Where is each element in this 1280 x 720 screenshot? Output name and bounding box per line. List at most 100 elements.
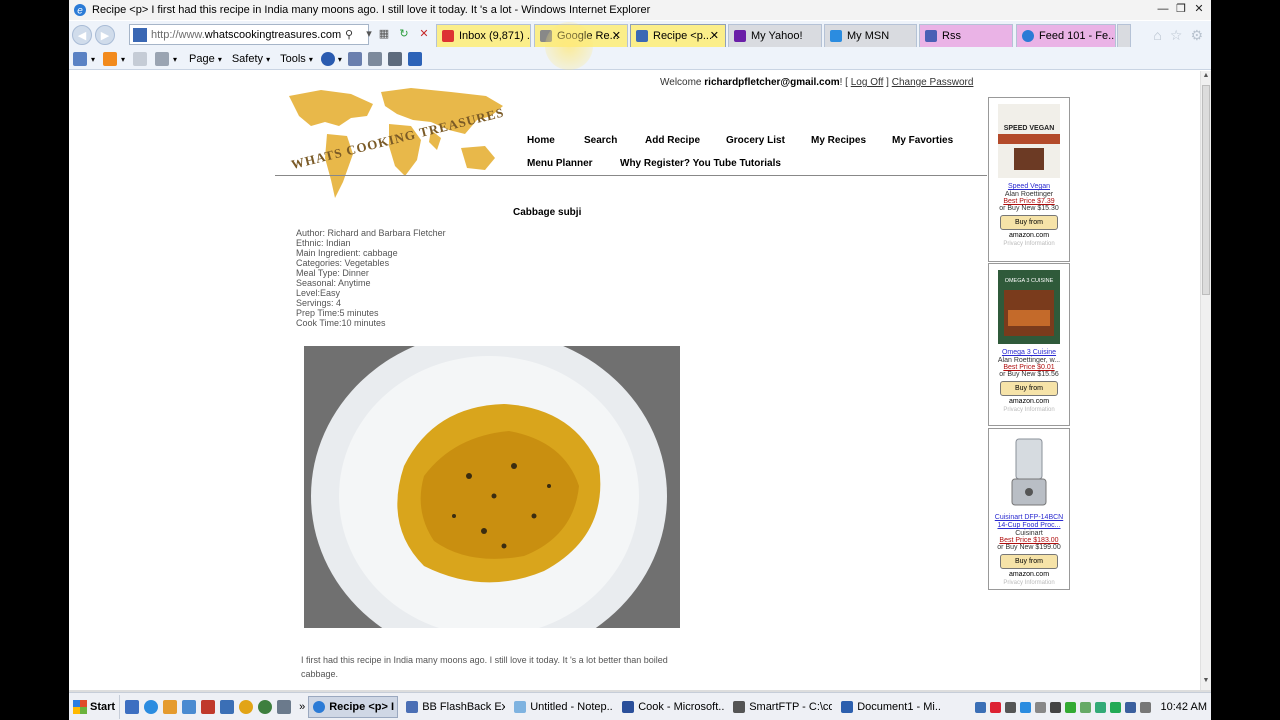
menu-why-register[interactable]: Why Register? You Tube Tutorials xyxy=(620,158,781,169)
help-icon[interactable] xyxy=(320,52,335,66)
menu-add-recipe[interactable]: Add Recipe xyxy=(645,135,700,146)
ad-title-link[interactable]: Speed Vegan xyxy=(989,183,1069,191)
menu-search[interactable]: Search xyxy=(584,135,617,146)
tray-icon[interactable] xyxy=(1079,701,1091,713)
ad-best-price[interactable]: Best Price $0.01 xyxy=(989,364,1069,371)
privacy-information[interactable]: Privacy Information xyxy=(989,580,1069,586)
menu-menu-planner[interactable]: Menu Planner xyxy=(527,158,593,169)
favorites-star-icon[interactable]: ☆ xyxy=(1170,27,1183,44)
clock[interactable]: 10:42 AM xyxy=(1161,701,1207,713)
taskbar-item-notepad[interactable]: Untitled - Notep... xyxy=(509,696,614,718)
back-button[interactable]: ◀ xyxy=(72,25,92,45)
taskbar-item-smartftp[interactable]: SmartFTP - C:\co... xyxy=(728,696,833,718)
dropdown-arrow-icon[interactable]: ▾ xyxy=(338,55,342,64)
chrome-icon[interactable] xyxy=(239,699,254,714)
taskbar-item-recipe[interactable]: Recipe <p> I fi... xyxy=(308,695,399,718)
dropdown-arrow-icon[interactable]: ▾ xyxy=(91,55,95,64)
close-icon[interactable]: ✕ xyxy=(1191,2,1207,17)
change-password-link[interactable]: Change Password xyxy=(892,77,974,88)
page-menu[interactable]: Page ▾ xyxy=(189,53,222,65)
privacy-information[interactable]: Privacy Information xyxy=(989,241,1069,247)
tray-icon[interactable] xyxy=(1094,701,1106,713)
addon-icon[interactable] xyxy=(387,52,402,66)
close-tab-icon[interactable]: ✕ xyxy=(710,29,719,42)
menu-my-recipes[interactable]: My Recipes xyxy=(811,135,866,146)
buy-from-amazon-button[interactable]: Buy from amazon.com xyxy=(1000,215,1058,239)
start-button[interactable]: Start xyxy=(69,694,121,719)
close-tab-icon[interactable]: ✕ xyxy=(612,29,621,42)
ad-best-price[interactable]: Best Price $183.00 xyxy=(989,537,1069,544)
app-icon[interactable] xyxy=(277,699,292,714)
tray-icon[interactable] xyxy=(1049,701,1061,713)
battery-icon[interactable] xyxy=(1064,701,1076,713)
tray-icon[interactable] xyxy=(989,701,1001,713)
minimize-icon[interactable]: — xyxy=(1155,2,1171,17)
volume-icon[interactable] xyxy=(1139,701,1151,713)
folder-icon[interactable] xyxy=(163,699,178,714)
address-url[interactable]: http://www.whatscookingtreasures.com/H xyxy=(151,29,341,41)
network-icon[interactable] xyxy=(1124,701,1136,713)
home-page-icon[interactable] xyxy=(73,52,87,66)
taskbar-item-document1[interactable]: Document1 - Mi... xyxy=(836,696,941,718)
compatibility-icon[interactable]: ▦ xyxy=(377,27,391,41)
amazon-ad-omega-3-cuisine[interactable]: OMEGA 3 CUISINE Omega 3 Cuisine Alan Roe… xyxy=(988,263,1070,426)
taskbar-item-cook[interactable]: Cook - Microsoft... xyxy=(617,696,725,718)
site-logo[interactable]: WHATS COOKING TREASURES xyxy=(281,86,511,211)
tools-menu[interactable]: Tools ▾ xyxy=(280,53,313,65)
tab-feed-101[interactable]: Feed 101 - Fe... xyxy=(1016,24,1116,47)
buy-from-amazon-button[interactable]: Buy from amazon.com xyxy=(1000,554,1058,578)
addon-icon[interactable] xyxy=(407,52,422,66)
tray-icon[interactable] xyxy=(1004,701,1016,713)
ad-best-price[interactable]: Best Price $7.39 xyxy=(989,198,1069,205)
addon-icon[interactable] xyxy=(367,52,382,66)
address-bar[interactable]: http://www.whatscookingtreasures.com/H ⚲ xyxy=(129,24,369,45)
tray-icon[interactable] xyxy=(1034,701,1046,713)
print-icon[interactable] xyxy=(155,52,170,66)
taskbar-item-bb-flashback[interactable]: BB FlashBack Ex... xyxy=(401,696,506,718)
dropdown-arrow-icon[interactable]: ▾ xyxy=(173,55,177,64)
home-icon[interactable]: ⌂ xyxy=(1153,27,1161,44)
amazon-ad-cuisinart[interactable]: Cuisinart DFP-14BCN 14-Cup Food Proc... … xyxy=(988,428,1070,590)
dropdown-arrow-icon[interactable]: ▾ xyxy=(121,55,125,64)
tab-inbox[interactable]: Inbox (9,871) ... xyxy=(436,24,531,47)
menu-home[interactable]: Home xyxy=(527,135,555,146)
scroll-down-icon[interactable]: ▼ xyxy=(1201,677,1211,689)
safety-menu[interactable]: Safety ▾ xyxy=(232,53,270,65)
scroll-up-icon[interactable]: ▲ xyxy=(1201,72,1211,84)
tab-my-msn[interactable]: My MSN xyxy=(824,24,917,47)
restore-icon[interactable]: ❐ xyxy=(1173,2,1189,17)
app-icon[interactable] xyxy=(201,699,216,714)
tray-icon[interactable] xyxy=(1019,701,1031,713)
tray-icon[interactable] xyxy=(1109,701,1121,713)
ad-title-link[interactable]: Omega 3 Cuisine xyxy=(989,349,1069,357)
email-icon[interactable] xyxy=(182,699,197,714)
search-icon[interactable]: ⚲ xyxy=(345,28,353,41)
logoff-link[interactable]: Log Off xyxy=(851,77,884,88)
tab-recipe-active[interactable]: Recipe <p... ✕ xyxy=(630,24,726,47)
show-desktop-icon[interactable] xyxy=(125,699,140,714)
dropdown-arrow-icon[interactable]: ▾ xyxy=(362,27,376,41)
app-icon[interactable] xyxy=(220,699,235,714)
ie-icon[interactable] xyxy=(144,699,159,714)
stop-icon[interactable]: ✕ xyxy=(417,27,431,41)
scrollbar-thumb[interactable] xyxy=(1202,85,1210,295)
buy-from-amazon-button[interactable]: Buy from amazon.com xyxy=(1000,381,1058,405)
refresh-icon[interactable]: ↻ xyxy=(397,27,411,41)
new-tab-button[interactable] xyxy=(1117,24,1131,47)
research-icon[interactable] xyxy=(347,52,362,66)
menu-my-favorites[interactable]: My Favorties xyxy=(892,135,953,146)
tray-icon[interactable] xyxy=(974,701,986,713)
feeds-icon[interactable] xyxy=(103,52,118,66)
tab-my-yahoo[interactable]: My Yahoo! xyxy=(728,24,822,47)
menu-grocery-list[interactable]: Grocery List xyxy=(726,135,785,146)
mail-icon[interactable] xyxy=(133,52,148,66)
privacy-information[interactable]: Privacy Information xyxy=(989,407,1069,413)
vertical-scrollbar[interactable]: ▲ ▼ xyxy=(1200,71,1211,690)
more-icon[interactable]: » xyxy=(299,701,305,713)
tab-rss[interactable]: Rss xyxy=(919,24,1013,47)
ad-title-link[interactable]: Cuisinart DFP-14BCN 14-Cup Food Proc... xyxy=(989,514,1069,530)
amazon-ad-speed-vegan[interactable]: SPEED VEGAN Speed Vegan Alan Roettinger … xyxy=(988,97,1070,262)
settings-gear-icon[interactable]: ⚙ xyxy=(1190,27,1203,44)
app-icon[interactable] xyxy=(258,699,273,714)
forward-button[interactable]: ▶ xyxy=(95,25,115,45)
